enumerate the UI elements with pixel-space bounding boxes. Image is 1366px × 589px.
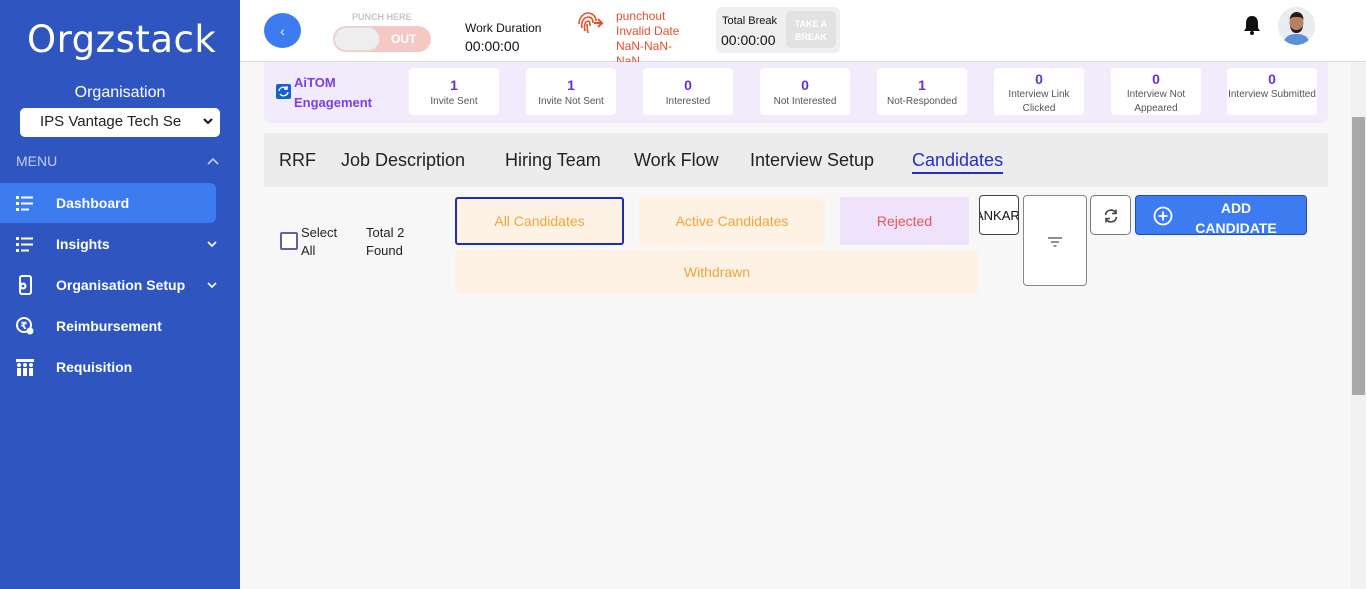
- stat-label: Invite Not Sent: [538, 96, 604, 107]
- stat-value: 1: [918, 77, 926, 93]
- work-duration-label: Work Duration: [465, 21, 542, 35]
- chevron-down-icon: [207, 241, 217, 248]
- toggle-knob: [335, 28, 379, 50]
- stat-label: Interested: [665, 96, 711, 107]
- stat-invite-sent[interactable]: 1 Invite Sent: [409, 68, 499, 115]
- filter-icon: [1048, 237, 1062, 247]
- total-break-value: 00:00:00: [721, 32, 776, 48]
- aitom-engagement-bar: AiTOM Engagement 1 Invite Sent 1 Invite …: [264, 62, 1328, 123]
- tab-rrf[interactable]: RRF: [279, 150, 316, 171]
- stat-invite-not-sent[interactable]: 1 Invite Not Sent: [526, 68, 616, 115]
- stat-label: Interview Not Appeared: [1126, 89, 1186, 114]
- organisation-label: Organisation: [74, 84, 166, 101]
- page-scrollbar[interactable]: [1351, 62, 1366, 589]
- tab-job-description[interactable]: Job Description: [341, 150, 465, 171]
- total-found: Total 2 Found: [366, 225, 405, 258]
- stat-label: Invite Sent: [430, 96, 478, 107]
- organisation-select[interactable]: IPS Vantage Tech Se: [20, 108, 220, 137]
- chevron-down-icon: [207, 282, 217, 289]
- filter-withdrawn[interactable]: Withdrawn: [455, 250, 979, 294]
- stat-value: 0: [1035, 71, 1043, 87]
- stat-value: 0: [1268, 71, 1276, 87]
- total-break-label: Total Break: [722, 15, 778, 27]
- sidebar-item-insights[interactable]: Insights: [0, 224, 217, 264]
- sidebar: Orgzstack Organisation IPS Vantage Tech …: [0, 0, 240, 589]
- filter-rejected[interactable]: Rejected: [840, 197, 969, 245]
- user-avatar[interactable]: [1278, 7, 1315, 45]
- insights-list-icon: [16, 237, 33, 252]
- punch-toggle[interactable]: OUT: [333, 26, 431, 52]
- tab-candidates[interactable]: Candidates: [912, 150, 1004, 174]
- sidebar-item-label: Reimbursement: [56, 318, 162, 334]
- stat-value: 0: [684, 77, 692, 93]
- bell-icon[interactable]: [1243, 15, 1261, 35]
- requisition-tabs: RRF Job Description Hiring Team Work Flo…: [264, 133, 1328, 187]
- chevron-down-icon: [203, 118, 213, 125]
- punchout-status: punchout Invalid Date NaN-NaN-NaN: [616, 9, 680, 68]
- chevron-up-icon[interactable]: [206, 156, 220, 166]
- organisation-selected-value: IPS Vantage Tech Se: [40, 113, 182, 130]
- sidebar-item-reimbursement[interactable]: ₹ Reimbursement: [0, 306, 216, 346]
- refresh-engagement-icon[interactable]: [276, 84, 291, 99]
- stat-label: Not-Responded: [886, 96, 958, 107]
- stat-value: 0: [1152, 71, 1160, 87]
- punch-state: OUT: [391, 32, 417, 46]
- add-candidate-label: ADD CANDIDATE: [1195, 200, 1277, 236]
- select-all-checkbox[interactable]: [280, 232, 298, 250]
- filter-active-candidates[interactable]: Active Candidates: [639, 197, 825, 245]
- stat-value: 0: [801, 77, 809, 93]
- refresh-icon: [1104, 209, 1118, 223]
- reimbursement-icon: ₹: [16, 317, 34, 335]
- punch-label: PUNCH HERE: [352, 12, 412, 22]
- tab-work-flow[interactable]: Work Flow: [634, 150, 719, 171]
- stat-interview-link-clicked[interactable]: 0 Interview Link Clicked: [994, 68, 1084, 115]
- candidate-search-input[interactable]: ANKAR: [979, 195, 1019, 235]
- stat-value: 1: [567, 77, 575, 93]
- refresh-button[interactable]: [1090, 195, 1131, 235]
- scrollbar-thumb[interactable]: [1352, 117, 1365, 395]
- stat-interview-submitted[interactable]: 0 Interview Submitted: [1227, 68, 1317, 115]
- sidebar-item-label: Organisation Setup: [56, 277, 186, 293]
- sidebar-item-requisition[interactable]: Requisition: [0, 347, 216, 387]
- sidebar-item-label: Dashboard: [56, 195, 130, 211]
- take-break-button[interactable]: TAKE A BREAK: [786, 11, 836, 48]
- filter-button[interactable]: [1023, 195, 1087, 286]
- plus-circle-icon: [1153, 206, 1173, 226]
- stat-label: Interview Link Clicked: [1008, 89, 1070, 114]
- sidebar-item-label: Requisition: [56, 359, 133, 375]
- fingerprint-icon: [578, 12, 603, 34]
- sidebar-item-organisation-setup[interactable]: Organisation Setup: [0, 265, 217, 305]
- tab-hiring-team[interactable]: Hiring Team: [505, 150, 601, 171]
- add-candidate-button[interactable]: ADD CANDIDATE: [1135, 195, 1307, 236]
- svg-text:₹: ₹: [21, 321, 28, 332]
- break-panel: Total Break 00:00:00 TAKE A BREAK: [716, 7, 840, 53]
- stat-value: 1: [450, 77, 458, 93]
- menu-heading: MENU: [16, 153, 58, 169]
- top-header: ‹ PUNCH HERE OUT Work Duration 00:00:00 …: [240, 0, 1366, 68]
- stat-interested[interactable]: 0 Interested: [643, 68, 733, 115]
- app-logo[interactable]: Orgzstack: [27, 18, 216, 61]
- search-value: ANKAR: [980, 208, 1019, 223]
- user-photo-icon: [1278, 7, 1315, 45]
- back-button[interactable]: ‹: [264, 13, 301, 48]
- sidebar-item-label: Insights: [56, 236, 110, 252]
- sidebar-item-dashboard[interactable]: Dashboard: [0, 183, 216, 223]
- stat-label: Interview Submitted: [1228, 89, 1316, 100]
- stat-not-responded[interactable]: 1 Not-Responded: [877, 68, 967, 115]
- stat-not-interested[interactable]: 0 Not Interested: [760, 68, 850, 115]
- work-duration-value: 00:00:00: [465, 38, 520, 54]
- engagement-title: AiTOM Engagement: [294, 75, 373, 110]
- filter-all-candidates[interactable]: All Candidates: [455, 197, 624, 245]
- requisition-icon: [16, 359, 34, 376]
- dashboard-list-icon: [16, 196, 33, 211]
- tab-interview-setup[interactable]: Interview Setup: [750, 150, 874, 171]
- select-all-label: Select All: [301, 225, 338, 258]
- stat-interview-not-appeared[interactable]: 0 Interview Not Appeared: [1111, 68, 1201, 115]
- org-setup-icon: [19, 275, 32, 295]
- chevron-left-icon: ‹: [280, 22, 285, 39]
- stat-label: Not Interested: [773, 96, 837, 107]
